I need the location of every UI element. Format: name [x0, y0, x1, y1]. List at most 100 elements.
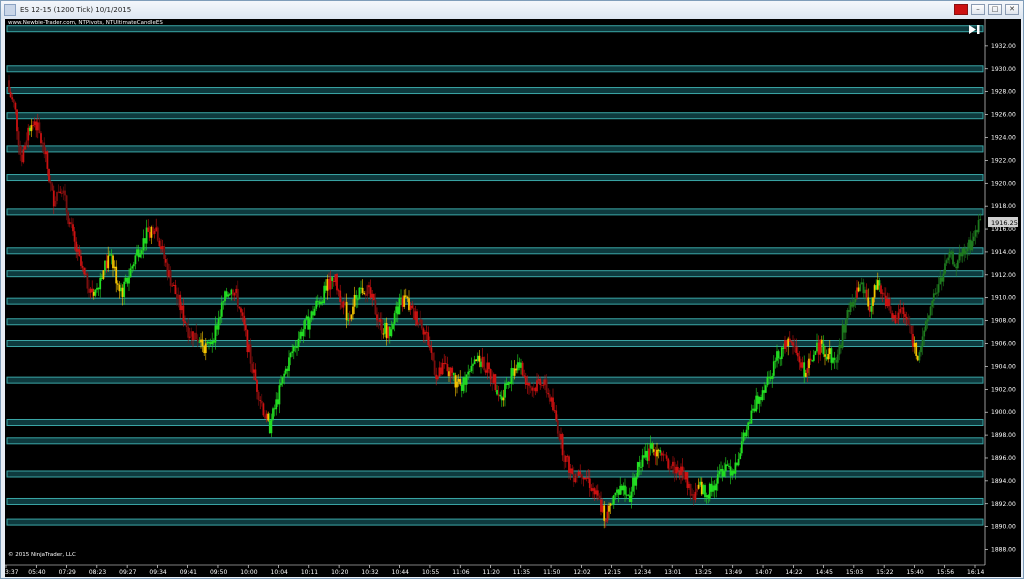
candle-body [878, 280, 881, 286]
candle-body [52, 190, 55, 207]
candle-body [779, 358, 782, 360]
candle-body [620, 485, 623, 491]
candle-body [689, 483, 692, 496]
time-tick-label: 05:40 [28, 569, 45, 576]
candle-body [212, 341, 215, 343]
candle-body [33, 121, 36, 126]
chart-caption: www.Newbie-Trader.com, NTPivots, NTUltim… [8, 20, 163, 26]
candle-body [737, 458, 740, 466]
candle-body [92, 291, 95, 296]
candle-body [166, 262, 169, 277]
candle-body [307, 316, 310, 330]
candle-body [832, 357, 834, 363]
candle-body [537, 378, 540, 381]
candle-body [102, 270, 105, 279]
candle-body [476, 355, 479, 362]
time-tick-label: 10:55 [422, 569, 439, 576]
candle-body [961, 248, 964, 257]
candle-body [446, 364, 449, 372]
candle-body [697, 484, 700, 489]
candle-body [404, 295, 407, 297]
candle-body [382, 333, 385, 335]
candle-body [379, 319, 382, 322]
candle-body [504, 383, 506, 398]
candle-body [312, 311, 314, 316]
candle-body [776, 351, 778, 361]
candle-body [926, 318, 929, 322]
candle-body [441, 363, 444, 375]
candle-body [470, 365, 473, 372]
candle-body [798, 356, 801, 363]
candle-body [136, 249, 138, 256]
candle-body [203, 346, 206, 354]
candle-body [56, 192, 58, 201]
chart-panel[interactable]: 1932.00 1930.00 1928.00 1926.00 1924.00 1922.… [5, 19, 1021, 577]
candle-body [195, 332, 198, 340]
candle-body [526, 382, 529, 385]
close-button[interactable]: ✕ [1005, 4, 1019, 15]
title-bar[interactable]: ES 12-15 (1200 Tick) 10/1/2015 – □ ✕ [1, 1, 1023, 19]
candle-body [638, 462, 641, 467]
candle-body [473, 359, 476, 365]
candle-body [721, 468, 724, 477]
time-tick-label: 10:32 [361, 569, 378, 576]
candle-body [641, 455, 644, 467]
candle-body [116, 283, 119, 285]
candle-body [32, 125, 34, 127]
price-chart[interactable]: 1932.00 1930.00 1928.00 1926.00 1924.00 1922.… [5, 19, 1021, 577]
skip-to-end-icon [969, 25, 980, 34]
candle-body [451, 367, 454, 373]
candle-body [891, 313, 894, 319]
candle-body [108, 254, 111, 256]
candle-body [803, 362, 806, 377]
candle-body [387, 326, 390, 339]
price-axis[interactable]: 1932.00 1930.00 1928.00 1926.00 1924.00 1922.… [984, 19, 1016, 565]
candle-body [588, 478, 591, 488]
time-tick-label: 07:29 [59, 569, 76, 576]
candle-body [105, 260, 108, 269]
candle-body [363, 292, 366, 294]
candle-body [488, 362, 490, 370]
time-axis[interactable]: 3:37 05:40 07:29 08:23 09:27 09:34 09:41 09:50 1… [5, 564, 985, 576]
price-tick-label: 1916.00 [991, 226, 1016, 233]
maximize-button[interactable]: □ [988, 4, 1002, 15]
price-tick-label: 1924.00 [991, 134, 1016, 141]
candle-body [729, 466, 732, 476]
candle-body [585, 477, 588, 479]
candle-body [942, 273, 945, 282]
candle-body [752, 408, 754, 411]
time-tick-label: 15:40 [906, 569, 923, 576]
candle-body [86, 273, 89, 289]
candle-body [416, 311, 418, 325]
candle-body [617, 489, 620, 495]
price-tick-label: 1904.00 [991, 363, 1016, 370]
candle-body [340, 302, 343, 308]
candle-body [619, 485, 622, 495]
candle-body [465, 374, 468, 385]
price-tick-label: 1928.00 [991, 89, 1016, 96]
pivot-band-8 [6, 270, 984, 278]
copyright-text: © 2015 NinjaTrader, LLC [8, 552, 76, 558]
candle-body [43, 142, 46, 155]
candle-body [963, 248, 966, 255]
time-tick-label: 10:00 [240, 569, 257, 576]
time-tick-label: 10:20 [331, 569, 348, 576]
candle-body [460, 384, 463, 391]
candle-body [94, 289, 97, 296]
candle-body [420, 319, 423, 329]
minimize-button[interactable]: – [971, 4, 985, 15]
scroll-to-end-button[interactable] [967, 23, 982, 36]
candle-body [908, 324, 911, 326]
candle-body [40, 133, 42, 144]
candle-body [542, 384, 545, 386]
candle-body [419, 319, 422, 323]
candle-body [68, 222, 71, 224]
candle-body [491, 379, 494, 383]
record-icon[interactable] [954, 4, 968, 15]
candle-body [272, 408, 274, 420]
price-tick-label: 1912.00 [991, 272, 1016, 279]
candle-body [516, 362, 519, 371]
candle-body [406, 296, 409, 299]
candle-body [289, 353, 292, 358]
candle-body [635, 476, 638, 486]
